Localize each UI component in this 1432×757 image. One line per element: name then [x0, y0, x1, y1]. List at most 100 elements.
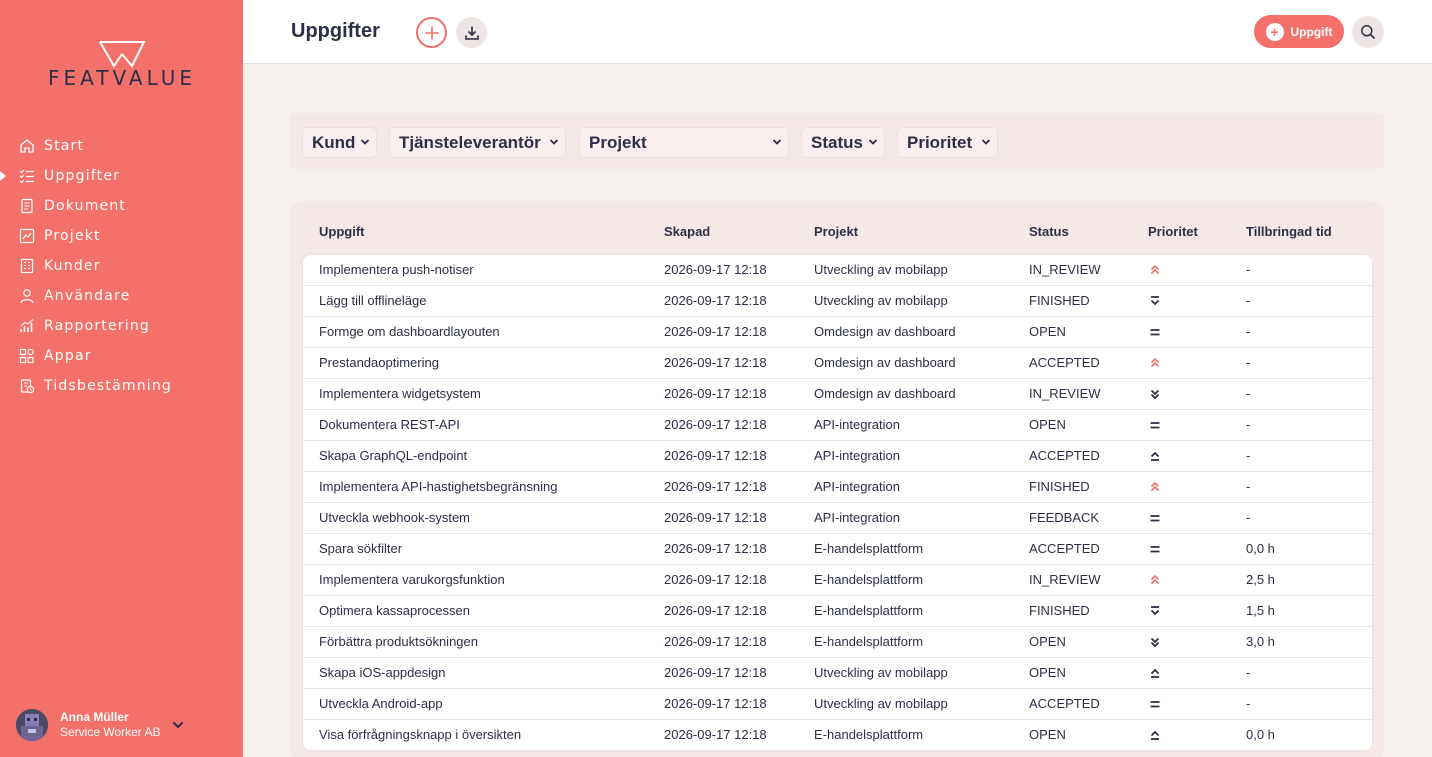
status-cell: IN_REVIEW	[1029, 572, 1101, 587]
task-cell: Implementera push-notiser	[319, 262, 474, 277]
created-cell: 2026-09-17 12:18	[664, 665, 767, 680]
table-body: Implementera push-notiser 2026-09-17 12:1…	[303, 255, 1372, 751]
table-row[interactable]: Utveckla Android-app 2026-09-17 12:18 Utve…	[303, 689, 1372, 720]
task-cell: Optimera kassaprocessen	[319, 603, 471, 618]
table-row[interactable]: Utveckla webhook-system 2026-09-17 12:18 A…	[303, 503, 1372, 534]
project-cell: E-handelsplattform	[814, 603, 924, 618]
sidebar-item-start[interactable]: Start	[0, 131, 243, 161]
table-row[interactable]: Optimera kassaprocessen 2026-09-17 12:18 E…	[303, 596, 1372, 627]
sidebar-item-kunder[interactable]: Kunder	[0, 251, 243, 281]
project-cell: E-handelsplattform	[814, 541, 924, 556]
plus-icon	[425, 26, 438, 39]
new-task-button[interactable]: + Uppgift	[1254, 15, 1344, 48]
table-row[interactable]: Skapa GraphQL-endpoint 2026-09-17 12:18 AP…	[303, 441, 1372, 472]
sidebar-item-rapportering[interactable]: Rapportering	[0, 311, 243, 341]
task-cell: Implementera widgetsystem	[319, 386, 481, 401]
created-cell: 2026-09-17 12:18	[664, 324, 767, 339]
search-button[interactable]	[1352, 16, 1384, 48]
avatar	[16, 709, 48, 741]
filter-prioritet[interactable]: Prioritet	[897, 127, 998, 158]
user-info: Anna Müller Service Worker AB	[60, 710, 160, 740]
table-row[interactable]: Dokumentera REST-API 2026-09-17 12:18 API-…	[303, 410, 1372, 441]
task-cell: Dokumentera REST-API	[319, 417, 460, 432]
status-cell: FEEDBACK	[1029, 510, 1100, 525]
column-header-task[interactable]: Uppgift	[319, 224, 364, 239]
sidebar-item-uppgifter[interactable]: Uppgifter	[0, 161, 243, 191]
time-spent-cell: -	[1246, 293, 1251, 308]
sidebar-item-anvandare[interactable]: Användare	[0, 281, 243, 311]
task-cell: Utveckla webhook-system	[319, 510, 470, 525]
created-cell: 2026-09-17 12:18	[664, 448, 767, 463]
download-icon	[464, 26, 479, 40]
column-header-priority[interactable]: Prioritet	[1148, 224, 1198, 239]
chevron-down-icon	[981, 139, 991, 145]
created-cell: 2026-09-17 12:18	[664, 386, 767, 401]
table-row[interactable]: Implementera API-hastighetsbegränsning 20…	[303, 472, 1372, 503]
status-cell: FINISHED	[1029, 479, 1090, 494]
priority-medium-icon	[1148, 418, 1162, 432]
time-spent-cell: -	[1246, 696, 1251, 711]
status-cell: OPEN	[1029, 417, 1066, 432]
priority-highest-icon	[1148, 263, 1162, 277]
filter-label: Kund	[312, 132, 356, 152]
column-header-created[interactable]: Skapad	[664, 224, 710, 239]
filter-label: Prioritet	[907, 132, 973, 152]
priority-medium-icon	[1148, 542, 1162, 556]
time-spent-cell: 2,5 h	[1246, 572, 1275, 587]
sidebar-item-label: Tidsbestämning	[44, 378, 173, 394]
featvalue-logo[interactable]: FEATVALUE	[36, 40, 208, 90]
sidebar-item-appar[interactable]: Appar	[0, 341, 243, 371]
project-cell: API-integration	[814, 448, 900, 463]
created-cell: 2026-09-17 12:18	[664, 417, 767, 432]
filter-projekt[interactable]: Projekt	[579, 127, 789, 158]
task-cell: Skapa GraphQL-endpoint	[319, 448, 468, 463]
task-cell: Förbättra produktsökningen	[319, 634, 478, 649]
project-cell: E-handelsplattform	[814, 634, 924, 649]
column-header-time-spent[interactable]: Tillbringad tid	[1246, 224, 1332, 239]
time-spent-cell: 0,0 h	[1246, 541, 1275, 556]
status-cell: FINISHED	[1029, 293, 1090, 308]
table-row[interactable]: Formge om dashboardlayouten 2026-09-17 12…	[303, 317, 1372, 348]
filter-kund[interactable]: Kund	[302, 127, 377, 158]
building-icon	[18, 257, 36, 275]
filter-label: Status	[811, 132, 863, 152]
project-cell: Omdesign av dashboard	[814, 324, 956, 339]
sidebar-item-label: Rapportering	[44, 318, 151, 334]
sidebar-item-tidsbestamning[interactable]: Tidsbestämning	[0, 371, 243, 401]
table-row[interactable]: Implementera widgetsystem 2026-09-17 12:1…	[303, 379, 1372, 410]
time-spent-cell: -	[1246, 324, 1251, 339]
table-row[interactable]: Prestandaoptimering 2026-09-17 12:18 Omdes…	[303, 348, 1372, 379]
sidebar-item-label: Projekt	[44, 228, 101, 244]
chevron-down-icon[interactable]	[172, 716, 184, 734]
table-row[interactable]: Skapa iOS-appdesign 2026-09-17 12:18 Utvec…	[303, 658, 1372, 689]
table-row[interactable]: Spara sökfilter 2026-09-17 12:18 E-handels…	[303, 534, 1372, 565]
add-task-icon-button[interactable]	[416, 17, 447, 48]
filter-status[interactable]: Status	[801, 127, 885, 158]
table-row[interactable]: Visa förfrågningsknapp i översikten 2026-…	[303, 720, 1372, 751]
priority-highest-icon	[1148, 356, 1162, 370]
time-spent-cell: -	[1246, 665, 1251, 680]
sidebar-item-dokument[interactable]: Dokument	[0, 191, 243, 221]
table-row[interactable]: Implementera varukorgsfunktion 2026-09-17…	[303, 565, 1372, 596]
table-row[interactable]: Lägg till offlineläge 2026-09-17 12:18 Utv…	[303, 286, 1372, 317]
created-cell: 2026-09-17 12:18	[664, 727, 767, 742]
sidebar-item-projekt[interactable]: Projekt	[0, 221, 243, 251]
created-cell: 2026-09-17 12:18	[664, 634, 767, 649]
priority-highest-icon	[1148, 573, 1162, 587]
time-spent-cell: -	[1246, 448, 1251, 463]
time-spent-cell: -	[1246, 262, 1251, 277]
priority-medium-icon	[1148, 697, 1162, 711]
table-row[interactable]: Implementera push-notiser 2026-09-17 12:1…	[303, 255, 1372, 286]
priority-low-icon	[1148, 635, 1162, 649]
column-header-project[interactable]: Projekt	[814, 224, 858, 239]
table-row[interactable]: Förbättra produktsökningen 2026-09-17 12:…	[303, 627, 1372, 658]
sidebar-item-label: Start	[44, 138, 85, 154]
project-cell: Omdesign av dashboard	[814, 386, 956, 401]
time-spent-cell: -	[1246, 417, 1251, 432]
column-header-status[interactable]: Status	[1029, 224, 1069, 239]
download-button[interactable]	[456, 17, 487, 48]
filter-tjansteleverantor[interactable]: Tjänsteleverantör	[389, 127, 566, 158]
project-cell: API-integration	[814, 479, 900, 494]
chevron-down-icon	[549, 139, 559, 145]
user-menu[interactable]: Anna Müller Service Worker AB	[16, 708, 226, 742]
